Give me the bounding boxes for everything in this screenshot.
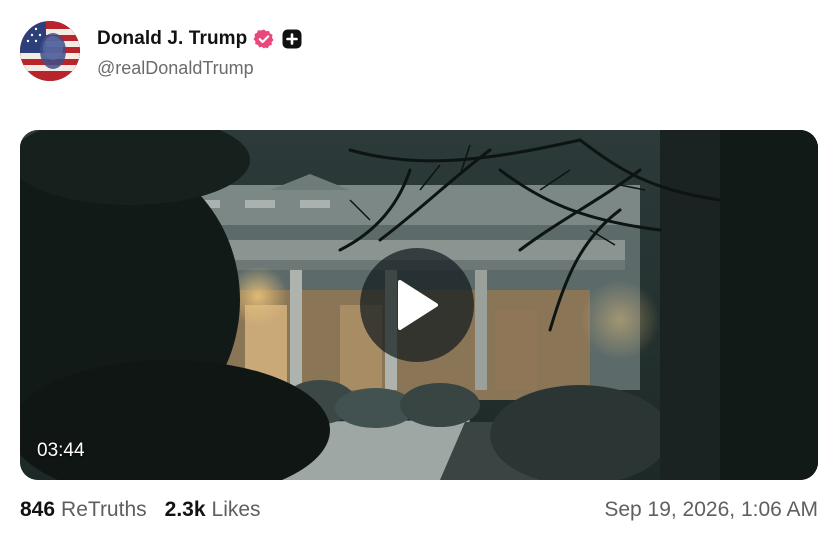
- play-button[interactable]: [360, 248, 474, 362]
- likes-label: Likes: [211, 498, 261, 521]
- likes-stat[interactable]: 2.3k Likes: [165, 498, 261, 522]
- retruths-stat[interactable]: 846 ReTruths: [20, 498, 147, 522]
- author-handle[interactable]: @realDonaldTrump: [97, 58, 254, 79]
- video-player[interactable]: 03:44: [20, 130, 818, 480]
- play-icon: [398, 280, 438, 330]
- post-timestamp[interactable]: Sep 19, 2026, 1:06 AM: [604, 496, 818, 524]
- retruths-count: 846: [20, 498, 56, 521]
- truth-post: Donald J. Trump @realDonaldTrump 03:44 8…: [0, 0, 840, 543]
- likes-count: 2.3k: [164, 498, 206, 521]
- author-name-row: Donald J. Trump: [97, 26, 303, 52]
- post-stats: 846 ReTruths 2.3k Likes: [20, 496, 279, 524]
- retruths-label: ReTruths: [61, 498, 147, 521]
- plus-square-icon: [281, 28, 303, 50]
- video-duration: 03:44: [37, 440, 85, 461]
- verified-badge-icon: [253, 28, 275, 50]
- author-avatar[interactable]: [20, 21, 80, 81]
- author-display-name[interactable]: Donald J. Trump: [97, 28, 247, 50]
